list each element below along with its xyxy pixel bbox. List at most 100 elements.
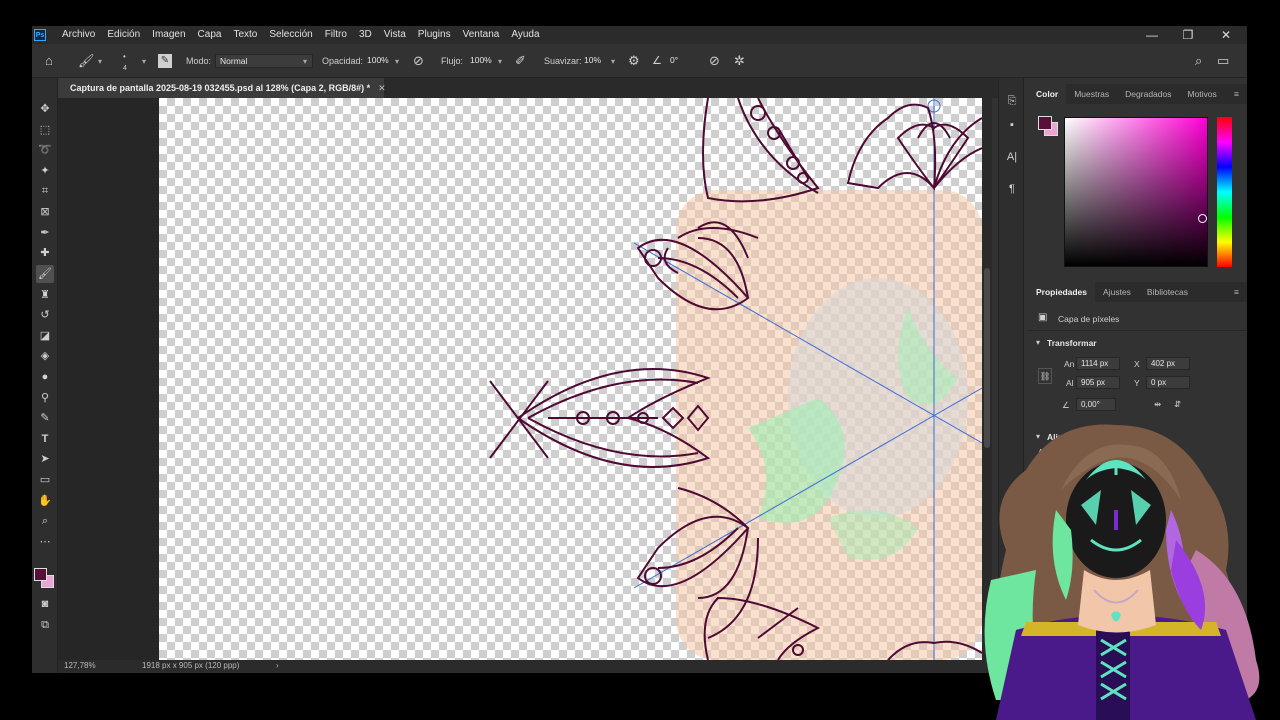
chevron-down-icon[interactable]: ▾ <box>98 57 102 66</box>
zoom-tool-icon[interactable]: ⌕ <box>36 512 54 530</box>
menu-archivo[interactable]: Archivo <box>56 26 101 44</box>
panel-menu-icon[interactable]: ≡ <box>1226 84 1247 104</box>
search-icon[interactable]: ⌕ <box>1195 53 1202 69</box>
canvas-artwork[interactable] <box>58 98 982 660</box>
color-picker-cursor[interactable] <box>1198 214 1207 223</box>
properties-panel-tabs: Propiedades Ajustes Bibliotecas ≡ <box>1028 282 1247 302</box>
angle-field[interactable]: 0° <box>666 54 696 68</box>
screen-mode-icon[interactable]: ⧉ <box>36 616 54 634</box>
menu-filtro[interactable]: Filtro <box>319 26 353 44</box>
crop-tool-icon[interactable]: ⌗ <box>36 182 54 200</box>
brush-tool-icon[interactable]: 🖌 <box>78 53 95 69</box>
type-tool-icon[interactable]: T <box>36 430 54 448</box>
pixel-layer-icon: ▣ <box>1038 312 1048 323</box>
tab-color[interactable]: Color <box>1028 84 1067 104</box>
panel-foreground-swatch[interactable] <box>1038 116 1052 130</box>
pen-tool-icon[interactable]: ✎ <box>36 409 54 427</box>
color-field[interactable] <box>1064 117 1208 267</box>
eyedropper-tool-icon[interactable]: ✒ <box>36 224 54 242</box>
symmetry-icon[interactable]: ✲ <box>734 53 745 69</box>
zoom-level[interactable]: 127,78% <box>64 661 96 670</box>
tab-degradados[interactable]: Degradados <box>1117 84 1179 104</box>
history-brush-tool-icon[interactable]: ↺ <box>36 306 54 324</box>
chevron-down-icon: ▾ <box>303 57 308 66</box>
panel-menu-icon[interactable]: ≡ <box>1226 282 1247 302</box>
history-icon[interactable]: ⎘ <box>1005 94 1019 108</box>
menu-3d[interactable]: 3D <box>353 26 378 44</box>
more-tools-icon[interactable]: ⋯ <box>36 533 54 551</box>
tab-ajustes[interactable]: Ajustes <box>1095 282 1139 302</box>
photoshop-logo: Ps <box>34 29 46 41</box>
move-tool-icon[interactable]: ✥ <box>36 100 54 118</box>
menu-ayuda[interactable]: Ayuda <box>505 26 545 44</box>
stamp-tool-icon[interactable]: ♜ <box>36 286 54 304</box>
brush-tool-icon[interactable]: 🖌 <box>36 265 54 283</box>
height-field[interactable]: 905 px <box>1076 376 1120 389</box>
restore-button[interactable]: ❐ <box>1170 26 1206 44</box>
chevron-right-icon[interactable]: › <box>276 661 279 670</box>
gear-icon[interactable]: ⚙ <box>628 53 640 69</box>
pressure-size-icon[interactable]: ⊘ <box>709 53 720 69</box>
pressure-opacity-icon[interactable]: ⊘ <box>413 53 424 69</box>
eraser-tool-icon[interactable]: ◪ <box>36 327 54 345</box>
paint-bucket-tool-icon[interactable]: ◈ <box>36 347 54 365</box>
marquee-tool-icon[interactable]: ⬚ <box>36 121 54 139</box>
dodge-tool-icon[interactable]: ⚲ <box>36 389 54 407</box>
menu-imagen[interactable]: Imagen <box>146 26 191 44</box>
menu-capa[interactable]: Capa <box>192 26 228 44</box>
chevron-down-icon[interactable]: ▾ <box>611 57 615 66</box>
quick-mask-icon[interactable]: ◙ <box>36 595 54 613</box>
canvas-area[interactable] <box>58 98 982 660</box>
airbrush-icon[interactable]: ✐ <box>515 53 526 69</box>
lasso-tool-icon[interactable]: ➰ <box>36 141 54 159</box>
smooth-label: Suavizar: <box>544 56 582 66</box>
path-selection-tool-icon[interactable]: ➤ <box>36 450 54 468</box>
frame-tool-icon[interactable]: ⊠ <box>36 203 54 221</box>
tab-muestras[interactable]: Muestras <box>1066 84 1117 104</box>
magic-wand-tool-icon[interactable]: ✦ <box>36 162 54 180</box>
menu-vista[interactable]: Vista <box>378 26 412 44</box>
close-button[interactable]: ✕ <box>1208 26 1244 44</box>
smooth-field[interactable]: 10% <box>580 54 610 68</box>
menu-texto[interactable]: Texto <box>227 26 263 44</box>
minimize-button[interactable]: — <box>1134 26 1170 44</box>
mode-select[interactable]: Normal <box>215 54 313 68</box>
comments-icon[interactable]: ▪ <box>1005 118 1019 132</box>
y-field[interactable]: 0 px <box>1146 376 1190 389</box>
rectangle-tool-icon[interactable]: ▭ <box>36 471 54 489</box>
opacity-field[interactable]: 100% <box>363 54 393 68</box>
width-field[interactable]: 1114 px <box>1076 357 1120 370</box>
document-tab-title: Captura de pantalla 2025-08-19 032455.ps… <box>70 83 371 93</box>
layer-type-label: Capa de píxeles <box>1058 314 1120 324</box>
height-label: Al <box>1066 378 1074 388</box>
menu-seleccion[interactable]: Selección <box>263 26 318 44</box>
tab-motivos[interactable]: Motivos <box>1179 84 1224 104</box>
hue-slider[interactable] <box>1217 117 1232 267</box>
x-field[interactable]: 402 px <box>1146 357 1190 370</box>
workspace-icon[interactable]: ▭ <box>1217 53 1229 69</box>
menu-ventana[interactable]: Ventana <box>457 26 506 44</box>
foreground-color-swatch[interactable] <box>34 568 47 581</box>
menu-plugins[interactable]: Plugins <box>412 26 457 44</box>
tab-propiedades[interactable]: Propiedades <box>1028 282 1096 302</box>
blur-tool-icon[interactable]: ● <box>36 368 54 386</box>
healing-brush-tool-icon[interactable]: ✚ <box>36 244 54 262</box>
menu-edicion[interactable]: Edición <box>101 26 146 44</box>
chevron-down-icon[interactable]: ▾ <box>1036 338 1040 347</box>
close-tab-icon[interactable]: ✕ <box>378 83 386 93</box>
chevron-down-icon[interactable]: ▾ <box>498 57 502 66</box>
tab-bibliotecas[interactable]: Bibliotecas <box>1139 282 1196 302</box>
document-dimensions: 1918 px x 905 px (120 ppp) <box>142 661 240 670</box>
brush-settings-panel-icon[interactable]: ✎ <box>158 54 172 68</box>
link-icon[interactable]: ⛓ <box>1038 368 1052 384</box>
character-icon[interactable]: A| <box>1005 150 1019 164</box>
y-label: Y <box>1134 378 1140 388</box>
paragraph-icon[interactable]: ¶ <box>1005 182 1019 196</box>
chevron-down-icon[interactable]: ▾ <box>142 57 146 66</box>
flow-field[interactable]: 100% <box>466 54 496 68</box>
chevron-down-icon[interactable]: ▾ <box>395 57 399 66</box>
hand-tool-icon[interactable]: ✋ <box>36 492 54 510</box>
color-panel-tabs: Color Muestras Degradados Motivos ≡ <box>1028 84 1247 104</box>
home-icon[interactable]: ⌂ <box>45 53 53 69</box>
document-tab[interactable]: Captura de pantalla 2025-08-19 032455.ps… <box>58 78 386 98</box>
